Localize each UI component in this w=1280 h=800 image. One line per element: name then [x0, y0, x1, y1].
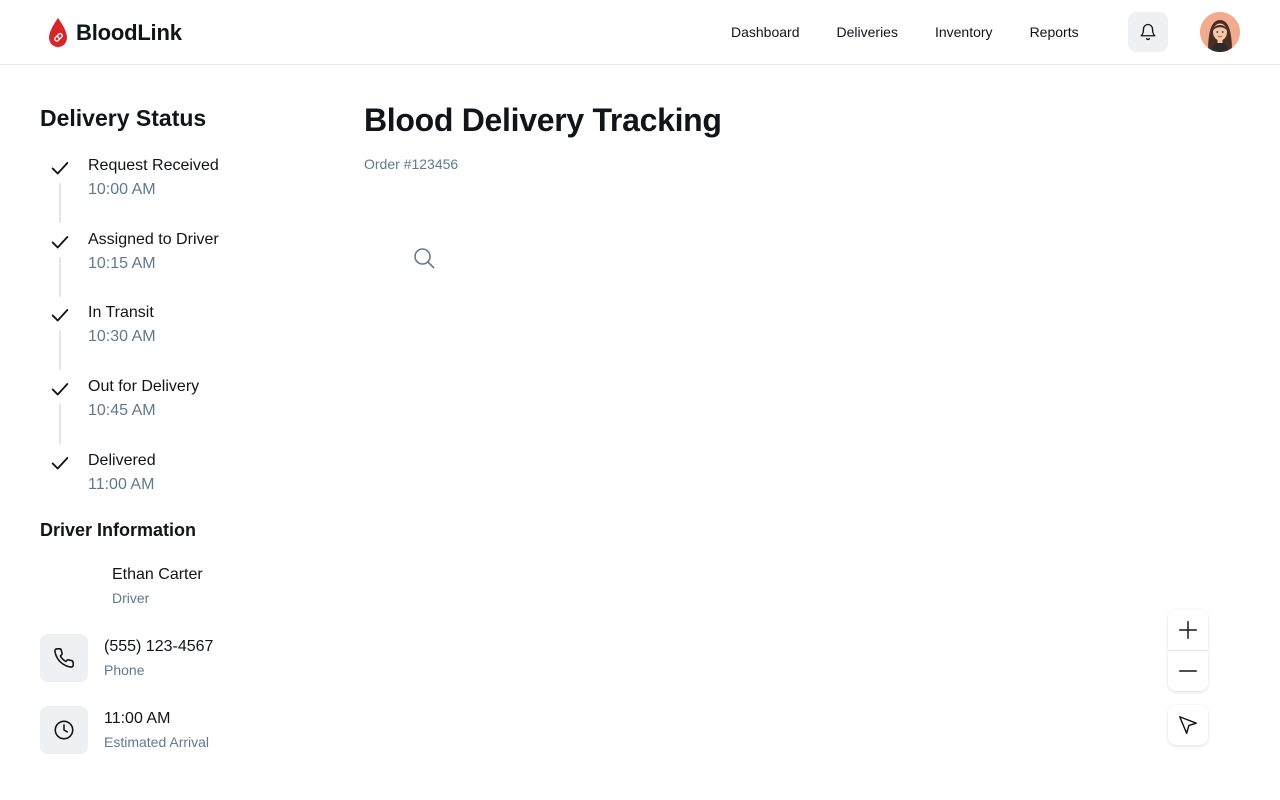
- main-nav: Dashboard Deliveries Inventory Reports: [731, 22, 1116, 42]
- minus-icon: [1179, 670, 1197, 672]
- timeline-step-in-transit: In Transit 10:30 AM: [40, 299, 320, 373]
- timeline-step-delivered: Delivered 11:00 AM: [40, 447, 320, 521]
- driver-phone-row[interactable]: (555) 123-4567 Phone: [40, 634, 300, 682]
- navigation-arrow-icon: [1179, 716, 1197, 734]
- driver-name: Ethan Carter: [112, 566, 203, 583]
- brand[interactable]: BloodLink: [46, 16, 182, 50]
- plus-icon: [1179, 621, 1197, 639]
- order-number: Order #123456: [364, 156, 459, 172]
- eta-time: 11:00 AM: [104, 710, 171, 727]
- zoom-in-button[interactable]: [1168, 610, 1208, 650]
- step-time: 11:00 AM: [88, 475, 155, 493]
- step-label: Delivered: [88, 451, 156, 469]
- timeline-connector: [59, 256, 61, 297]
- step-label: Assigned to Driver: [88, 230, 219, 248]
- driver-role: Driver: [112, 590, 150, 606]
- step-time: 10:15 AM: [88, 254, 156, 272]
- check-icon: [51, 235, 69, 249]
- blood-drop-logo-icon: [49, 18, 67, 47]
- step-label: In Transit: [88, 304, 154, 322]
- step-time: 10:00 AM: [88, 181, 156, 198]
- timeline-connector: [59, 330, 61, 371]
- clock-icon-tile: [40, 706, 88, 754]
- top-header: BloodLink Dashboard Deliveries Inventory…: [0, 0, 1280, 65]
- delivery-timeline: Request Received 10:00 AM Assigned to Dr…: [40, 152, 320, 520]
- bell-icon: [1140, 23, 1156, 41]
- nav-dashboard[interactable]: Dashboard: [731, 22, 800, 42]
- search-icon[interactable]: [412, 246, 436, 270]
- check-icon: [51, 456, 69, 470]
- step-label: Out for Delivery: [88, 378, 200, 396]
- check-icon: [51, 309, 69, 322]
- estimated-arrival-row: 11:00 AM Estimated Arrival: [40, 706, 300, 754]
- step-label: Request Received: [88, 157, 219, 174]
- step-time: 10:30 AM: [88, 328, 156, 346]
- notifications-button[interactable]: [1128, 12, 1168, 52]
- timeline-step-assigned: Assigned to Driver 10:15 AM: [40, 226, 320, 300]
- phone-icon-tile: [40, 634, 88, 682]
- delivery-status-title: Delivery Status: [40, 105, 207, 131]
- phone-number: (555) 123-4567: [104, 638, 214, 655]
- phone-icon: [54, 648, 74, 668]
- timeline-step-out-for-delivery: Out for Delivery 10:45 AM: [40, 373, 320, 447]
- clock-icon: [54, 720, 74, 740]
- zoom-out-button[interactable]: [1168, 651, 1208, 691]
- nav-reports[interactable]: Reports: [1030, 22, 1079, 42]
- timeline-connector: [59, 404, 61, 445]
- nav-inventory[interactable]: Inventory: [935, 22, 993, 42]
- eta-label: Estimated Arrival: [104, 734, 210, 750]
- locate-me-button[interactable]: [1168, 705, 1208, 745]
- nav-deliveries[interactable]: Deliveries: [837, 22, 898, 42]
- timeline-step-request-received: Request Received 10:00 AM: [40, 152, 320, 226]
- check-icon: [51, 383, 69, 396]
- check-icon: [51, 162, 69, 175]
- driver-information-title: Driver Information: [40, 520, 197, 540]
- phone-label: Phone: [104, 662, 145, 678]
- user-avatar[interactable]: [1200, 12, 1240, 52]
- step-time: 10:45 AM: [88, 402, 156, 420]
- timeline-connector: [59, 183, 61, 223]
- avatar-illustration: [1200, 12, 1240, 52]
- brand-name: BloodLink: [76, 20, 182, 45]
- page-title: Blood Delivery Tracking: [364, 102, 722, 138]
